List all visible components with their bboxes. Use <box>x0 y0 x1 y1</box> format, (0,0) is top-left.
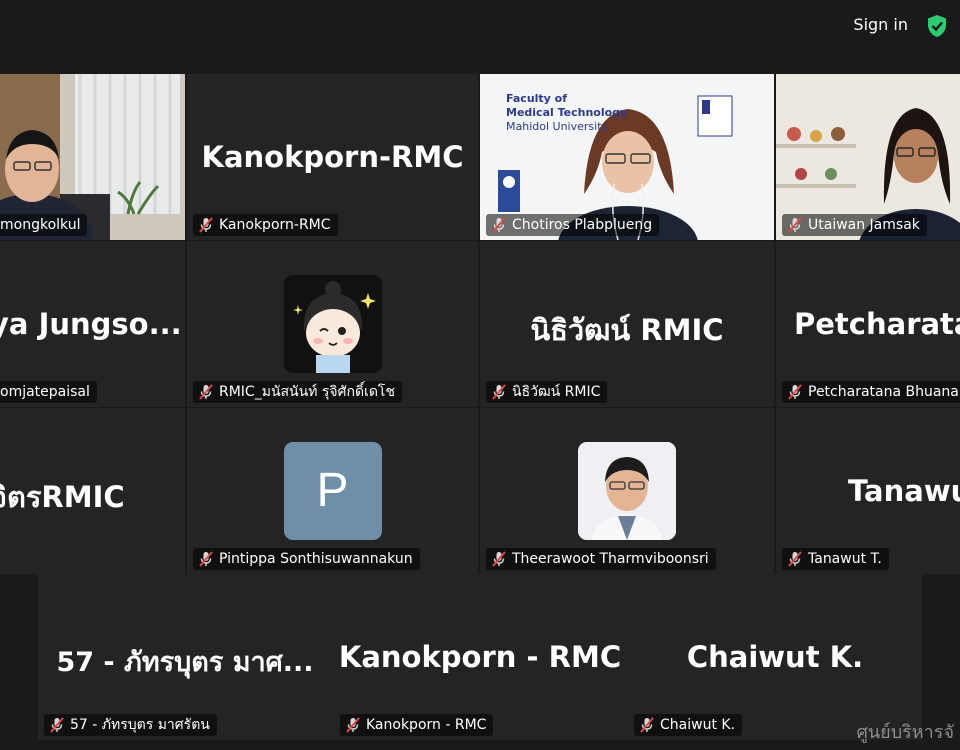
participant-name: Tanawut T. <box>808 551 882 567</box>
participant-display-name: ya Jungso... <box>0 307 182 341</box>
participant-tile[interactable]: Utaiwan Jamsak <box>776 74 960 240</box>
mic-muted-icon <box>199 217 213 233</box>
participant-tile[interactable]: P Pintippa Sonthisuwannakun <box>187 408 478 574</box>
participant-name-tag: Theerawoot Tharmviboonsri <box>486 548 716 570</box>
participant-name-tag: Utaiwan Jamsak <box>782 214 927 236</box>
participant-display-name: 57 - ภัทรบุตร มาศ... <box>56 647 314 678</box>
participant-tile[interactable]: ya Jungso... omjatepaisal <box>0 241 185 407</box>
mic-muted-icon <box>346 717 360 733</box>
participant-name-tag: Petcharatana Bhuanan <box>782 381 960 403</box>
participant-display-name: จิตรRMIC <box>0 480 125 514</box>
participant-tile[interactable]: Kanokporn-RMC Kanokporn-RMC <box>187 74 478 240</box>
participant-name-tag: omjatepaisal <box>0 381 97 403</box>
participant-display-name: Kanokporn - RMC <box>338 640 622 674</box>
participant-display-name: Chaiwut K. <box>686 640 864 674</box>
mic-muted-icon <box>788 551 802 567</box>
participant-display-name: Tanawut <box>848 474 960 508</box>
mic-muted-icon <box>788 217 802 233</box>
participant-name: Utaiwan Jamsak <box>808 217 920 233</box>
participant-tile[interactable]: จิตรRMIC <box>0 408 185 574</box>
participant-tile[interactable]: Tanawut Tanawut T. <box>776 408 960 574</box>
top-bar: Sign in <box>0 0 960 55</box>
participant-tile[interactable]: Faculty of Medical Technology Mahidol Un… <box>480 74 774 240</box>
participant-name-tag: mongkolkul <box>0 214 88 236</box>
participant-tile[interactable]: 57 - ภัทรบุตร มาศ... 57 - ภัทรบุตร มาศรั… <box>38 574 332 740</box>
participant-name-tag: Kanokporn - RMC <box>340 714 494 736</box>
mic-muted-icon <box>492 384 506 400</box>
mic-muted-icon <box>199 551 213 567</box>
participant-avatar <box>283 275 382 373</box>
participant-name: mongkolkul <box>0 217 81 233</box>
participant-name: Pintippa Sonthisuwannakun <box>219 551 413 567</box>
participant-name: omjatepaisal <box>0 384 90 400</box>
participant-name: Kanokporn-RMC <box>219 217 331 233</box>
participant-display-name: นิธิวัฒน์ RMIC <box>530 313 724 347</box>
participant-name: 57 - ภัทรบุตร มาศรัตน <box>70 717 210 733</box>
participant-name: Petcharatana Bhuanan <box>808 384 960 400</box>
participant-name: Kanokporn - RMC <box>366 717 487 733</box>
participant-name-tag: Kanokporn-RMC <box>193 214 338 236</box>
shield-check-icon[interactable] <box>926 14 948 38</box>
mic-muted-icon <box>50 717 64 733</box>
participant-name: RMIC_มนัสนันท์ รุจิศักดิ์เดโช <box>219 384 395 400</box>
participant-name-tag: Pintippa Sonthisuwannakun <box>193 548 420 570</box>
participant-display-name: Kanokporn-RMC <box>201 140 464 174</box>
participant-name: Chotiros Plabplueng <box>512 217 653 233</box>
participant-tile[interactable]: นิธิวัฒน์ RMIC นิธิวัฒน์ RMIC <box>480 241 774 407</box>
profile-photo <box>578 442 676 540</box>
mic-muted-icon <box>788 384 802 400</box>
mic-muted-icon <box>640 717 654 733</box>
cartoon-girl-avatar <box>283 275 382 373</box>
sign-in-link[interactable]: Sign in <box>853 15 908 34</box>
participant-display-name: Petcharatana <box>794 307 960 341</box>
participant-name-tag: นิธิวัฒน์ RMIC <box>486 381 608 403</box>
participant-tile[interactable]: Theerawoot Tharmviboonsri <box>480 408 774 574</box>
participant-avatar: P <box>283 442 382 540</box>
participant-name: นิธิวัฒน์ RMIC <box>512 384 601 400</box>
participant-name-tag: Chaiwut K. <box>634 714 743 736</box>
mic-muted-icon <box>492 551 506 567</box>
participant-tile[interactable]: Petcharatana Petcharatana Bhuanan <box>776 241 960 407</box>
participant-name-tag: 57 - ภัทรบุตร มาศรัตน <box>44 714 217 736</box>
participant-name: Chaiwut K. <box>660 717 736 733</box>
participant-tile[interactable]: RMIC_มนัสนันท์ รุจิศักดิ์เดโช <box>187 241 478 407</box>
participant-avatar <box>578 442 676 540</box>
mic-muted-icon <box>492 217 506 233</box>
mic-muted-icon <box>199 384 213 400</box>
participant-name-tag: RMIC_มนัสนันท์ รุจิศักดิ์เดโช <box>193 381 402 403</box>
participant-name-tag: Chotiros Plabplueng <box>486 214 660 236</box>
avatar-letter: P <box>316 464 349 517</box>
participant-tile[interactable]: Chaiwut K. Chaiwut K. <box>628 574 922 740</box>
participant-name: Theerawoot Tharmviboonsri <box>512 551 709 567</box>
participant-name-tag: Tanawut T. <box>782 548 889 570</box>
participant-tile[interactable]: mongkolkul <box>0 74 185 240</box>
watermark-text: ศูนย์บริหารจั <box>856 722 954 743</box>
participant-tile[interactable]: Kanokporn - RMC Kanokporn - RMC <box>334 574 626 740</box>
background-logo-text: Faculty of Medical Technology Mahidol Un… <box>506 92 628 133</box>
